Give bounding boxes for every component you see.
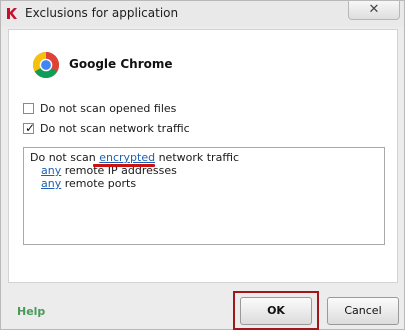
title-bar[interactable]: Exclusions for application ✕ bbox=[1, 1, 404, 27]
chrome-icon bbox=[32, 52, 60, 79]
checkbox-unchecked[interactable] bbox=[23, 103, 34, 114]
any-ip-link[interactable]: any bbox=[41, 164, 61, 177]
rule-line-encrypted: Do not scan encrypted network traffic bbox=[30, 151, 239, 164]
checkbox-checked[interactable]: ✓ bbox=[23, 121, 36, 135]
close-button[interactable]: ✕ bbox=[348, 1, 400, 20]
rule-text: remote ports bbox=[61, 177, 137, 190]
option-label: Do not scan network traffic bbox=[40, 122, 190, 135]
rule-line-remote-ports: any remote ports bbox=[41, 177, 136, 190]
application-name: Google Chrome bbox=[69, 57, 173, 71]
encrypted-link[interactable]: encrypted bbox=[99, 151, 155, 164]
cancel-button[interactable]: Cancel bbox=[327, 297, 399, 325]
help-link[interactable]: Help bbox=[17, 305, 45, 318]
close-icon: ✕ bbox=[368, 2, 380, 17]
ok-button[interactable]: OK bbox=[240, 297, 312, 325]
exclusions-dialog: Exclusions for application ✕ Google Chro… bbox=[0, 0, 405, 330]
rule-text: Do not scan bbox=[30, 151, 100, 164]
rule-text: network traffic bbox=[155, 151, 240, 164]
rules-box: Do not scan encrypted network traffic an… bbox=[23, 147, 385, 245]
kaspersky-logo-icon bbox=[7, 8, 17, 19]
encrypted-highlight-underline bbox=[93, 164, 155, 167]
checkmark-icon: ✓ bbox=[25, 121, 36, 135]
option-label: Do not scan opened files bbox=[40, 102, 177, 115]
any-ports-link[interactable]: any bbox=[41, 177, 61, 190]
window-title: Exclusions for application bbox=[25, 6, 179, 20]
